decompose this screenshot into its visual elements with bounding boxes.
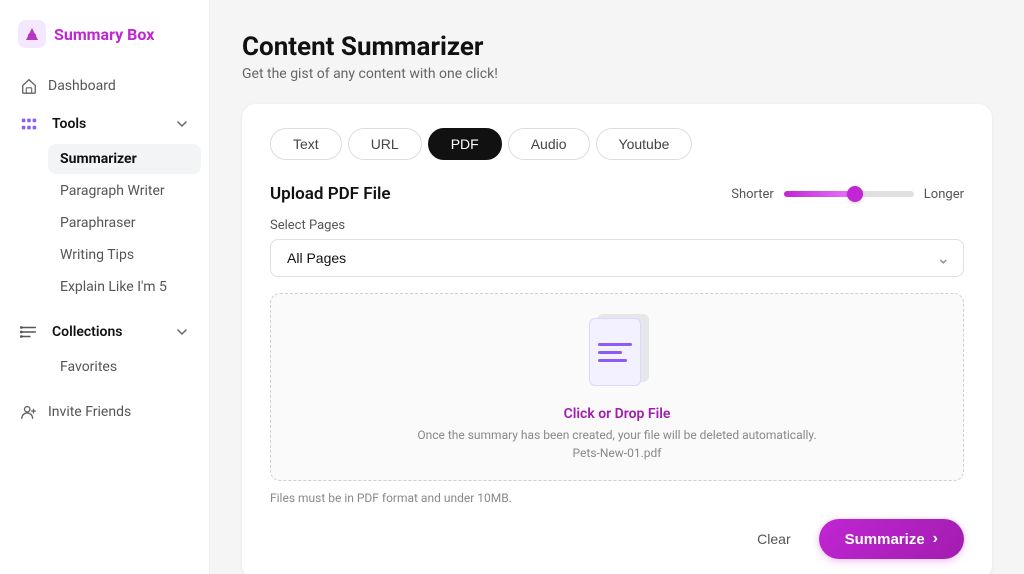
collections-chevron-icon xyxy=(175,325,189,339)
sidebar-item-writing-tips[interactable]: Writing Tips xyxy=(48,240,201,270)
pdf-page xyxy=(589,318,641,386)
file-hint: Files must be in PDF format and under 10… xyxy=(270,491,964,505)
upload-title: Upload PDF File xyxy=(270,184,391,204)
sidebar-section-tools[interactable]: Tools xyxy=(8,106,201,142)
tab-text[interactable]: Text xyxy=(270,128,342,160)
longer-label: Longer xyxy=(924,187,964,202)
sidebar-item-paraphraser[interactable]: Paraphraser xyxy=(48,208,201,238)
tools-sub-items: Summarizer Paragraph Writer Paraphraser … xyxy=(8,144,201,302)
page-subtitle: Get the gist of any content with one cli… xyxy=(242,66,992,82)
tab-pdf[interactable]: PDF xyxy=(428,128,502,160)
collections-sub-items: Favorites xyxy=(8,352,201,382)
select-pages-label: Select Pages xyxy=(270,218,964,233)
tab-url[interactable]: URL xyxy=(348,128,422,160)
page-title: Content Summarizer xyxy=(242,32,992,62)
app-name-text: Summary Box xyxy=(54,25,154,44)
sidebar-navigation: Dashboard Tools Summarizer Parag xyxy=(0,68,209,430)
main-content: Content Summarizer Get the gist of any c… xyxy=(210,0,1024,574)
sidebar-item-summarizer[interactable]: Summarizer xyxy=(48,144,201,174)
shorter-label: Shorter xyxy=(731,187,774,202)
person-icon xyxy=(20,403,38,421)
pdf-icon xyxy=(581,314,653,394)
pdf-line-2 xyxy=(598,351,622,354)
summarize-button[interactable]: Summarize › xyxy=(819,519,964,559)
invite-friends-label: Invite Friends xyxy=(48,404,131,420)
home-icon xyxy=(20,77,38,95)
tools-icon xyxy=(20,115,38,133)
logo-icon xyxy=(18,20,46,48)
sidebar-item-invite-friends[interactable]: Invite Friends xyxy=(8,394,201,430)
summarize-label: Summarize xyxy=(845,531,925,548)
pdf-line-1 xyxy=(598,343,632,346)
sidebar-item-dashboard[interactable]: Dashboard xyxy=(8,68,201,104)
length-slider-row: Shorter Longer xyxy=(731,187,964,202)
pdf-line-3 xyxy=(598,359,627,362)
arrow-right-icon: › xyxy=(933,530,938,548)
drop-click-text: Click or Drop File xyxy=(564,406,671,422)
clear-button[interactable]: Clear xyxy=(743,523,804,555)
tab-youtube[interactable]: Youtube xyxy=(596,128,693,160)
drop-sub-text: Once the summary has been created, your … xyxy=(417,426,816,444)
collections-icon xyxy=(20,323,38,341)
slider-fill xyxy=(784,191,856,197)
slider-thumb[interactable] xyxy=(847,186,863,202)
app-logo: Summary Box xyxy=(0,16,209,68)
file-drop-zone[interactable]: Click or Drop File Once the summary has … xyxy=(270,293,964,481)
actions-row: Clear Summarize › xyxy=(270,519,964,559)
sidebar: Summary Box Dashboard Too xyxy=(0,0,210,574)
drop-filename: Pets-New-01.pdf xyxy=(573,446,662,460)
select-pages-dropdown[interactable]: All Pages Custom Range xyxy=(270,239,964,277)
upload-header: Upload PDF File Shorter Longer xyxy=(270,184,964,204)
dashboard-label: Dashboard xyxy=(48,78,116,94)
sidebar-item-favorites[interactable]: Favorites xyxy=(48,352,201,382)
length-slider-track[interactable] xyxy=(784,191,914,197)
tab-audio[interactable]: Audio xyxy=(508,128,590,160)
content-card: Text URL PDF Audio Youtube Upload PDF Fi… xyxy=(242,104,992,574)
content-tabs: Text URL PDF Audio Youtube xyxy=(270,128,964,160)
sidebar-item-paragraph-writer[interactable]: Paragraph Writer xyxy=(48,176,201,206)
select-pages-wrapper: All Pages Custom Range ⌄ xyxy=(270,239,964,277)
sidebar-item-explain-like-im-5[interactable]: Explain Like I'm 5 xyxy=(48,272,201,302)
sidebar-section-collections[interactable]: Collections xyxy=(8,314,201,350)
tools-chevron-icon xyxy=(175,117,189,131)
